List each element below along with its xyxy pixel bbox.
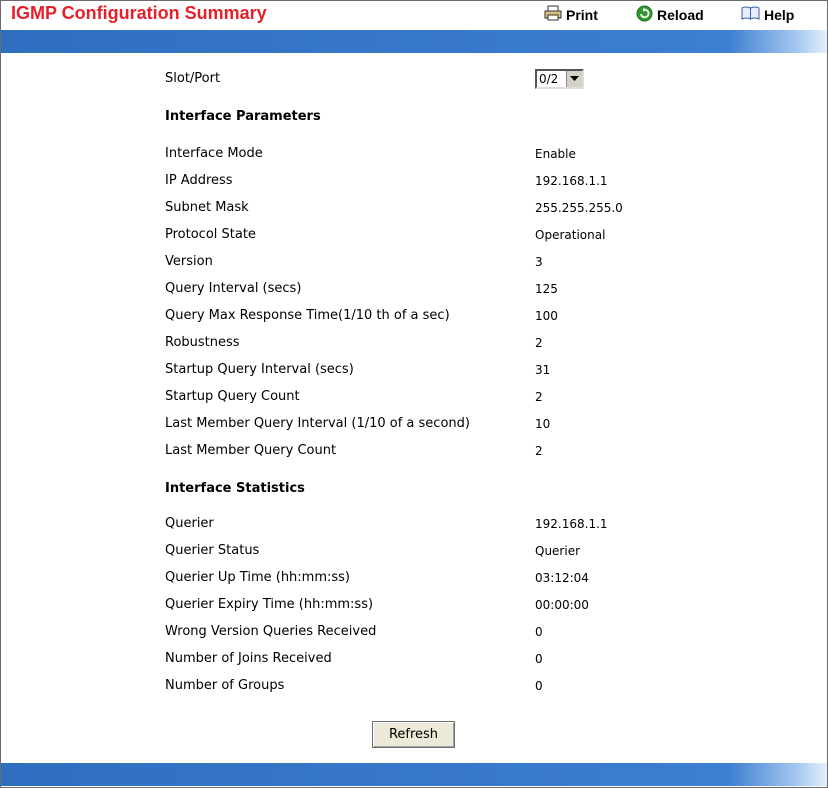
param-value: 31 xyxy=(535,363,551,377)
param-label: Version xyxy=(165,254,213,269)
stat-label: Querier Status xyxy=(165,543,260,558)
refresh-button[interactable]: Refresh xyxy=(372,721,455,748)
param-value: 2 xyxy=(535,336,543,350)
interface-parameters-heading: Interface Parameters xyxy=(165,109,321,124)
param-label: IP Address xyxy=(165,173,233,188)
param-value: 10 xyxy=(535,417,551,431)
reload-link[interactable]: Reload xyxy=(636,5,704,25)
print-label: Print xyxy=(566,6,598,23)
param-value: 2 xyxy=(535,444,543,458)
slot-port-selected-value: 0/2 xyxy=(539,72,559,86)
param-label: Interface Mode xyxy=(165,146,263,161)
param-value: 125 xyxy=(535,282,558,296)
chevron-down-icon[interactable] xyxy=(566,71,582,87)
param-label: Robustness xyxy=(165,335,240,350)
page-frame xyxy=(0,0,828,788)
param-value: 100 xyxy=(535,309,558,323)
param-label: Startup Query Interval (secs) xyxy=(165,362,354,377)
stat-value: 0 xyxy=(535,652,543,666)
param-value: 2 xyxy=(535,390,543,404)
print-link[interactable]: Print xyxy=(544,5,598,24)
param-label: Protocol State xyxy=(165,227,256,242)
param-value: Enable xyxy=(535,147,576,161)
stat-label: Querier Expiry Time (hh:mm:ss) xyxy=(165,597,374,612)
stat-value: 192.168.1.1 xyxy=(535,517,608,531)
stat-value: 0 xyxy=(535,625,543,639)
slot-port-label: Slot/Port xyxy=(165,71,221,86)
param-value: 3 xyxy=(535,255,543,269)
reload-icon xyxy=(636,5,653,25)
param-value: Operational xyxy=(535,228,606,242)
book-icon xyxy=(741,5,760,24)
param-label: Startup Query Count xyxy=(165,389,300,404)
stat-value: 03:12:04 xyxy=(535,571,589,585)
top-banner-bar xyxy=(1,30,827,53)
param-label: Query Max Response Time(1/10 th of a sec… xyxy=(165,308,450,323)
param-value: 192.168.1.1 xyxy=(535,174,608,188)
stat-label: Number of Joins Received xyxy=(165,651,332,666)
page-title: IGMP Configuration Summary xyxy=(11,3,267,23)
param-label: Query Interval (secs) xyxy=(165,281,302,296)
stat-value: 0 xyxy=(535,679,543,693)
param-label: Subnet Mask xyxy=(165,200,249,215)
stat-label: Querier Up Time (hh:mm:ss) xyxy=(165,570,351,585)
param-label: Last Member Query Count xyxy=(165,443,337,458)
bottom-banner-bar xyxy=(1,763,827,786)
interface-statistics-heading: Interface Statistics xyxy=(165,481,305,496)
param-label: Last Member Query Interval (1/10 of a se… xyxy=(165,416,470,431)
help-label: Help xyxy=(764,6,795,23)
reload-label: Reload xyxy=(657,7,704,23)
stat-label: Number of Groups xyxy=(165,678,285,693)
printer-icon xyxy=(544,5,562,24)
param-value: 255.255.255.0 xyxy=(535,201,623,215)
stat-label: Querier xyxy=(165,516,214,531)
stat-label: Wrong Version Queries Received xyxy=(165,624,377,639)
stat-value: Querier xyxy=(535,544,581,558)
help-link[interactable]: Help xyxy=(741,5,794,24)
stat-value: 00:00:00 xyxy=(535,598,589,612)
slot-port-select[interactable]: 0/2 xyxy=(535,69,584,89)
